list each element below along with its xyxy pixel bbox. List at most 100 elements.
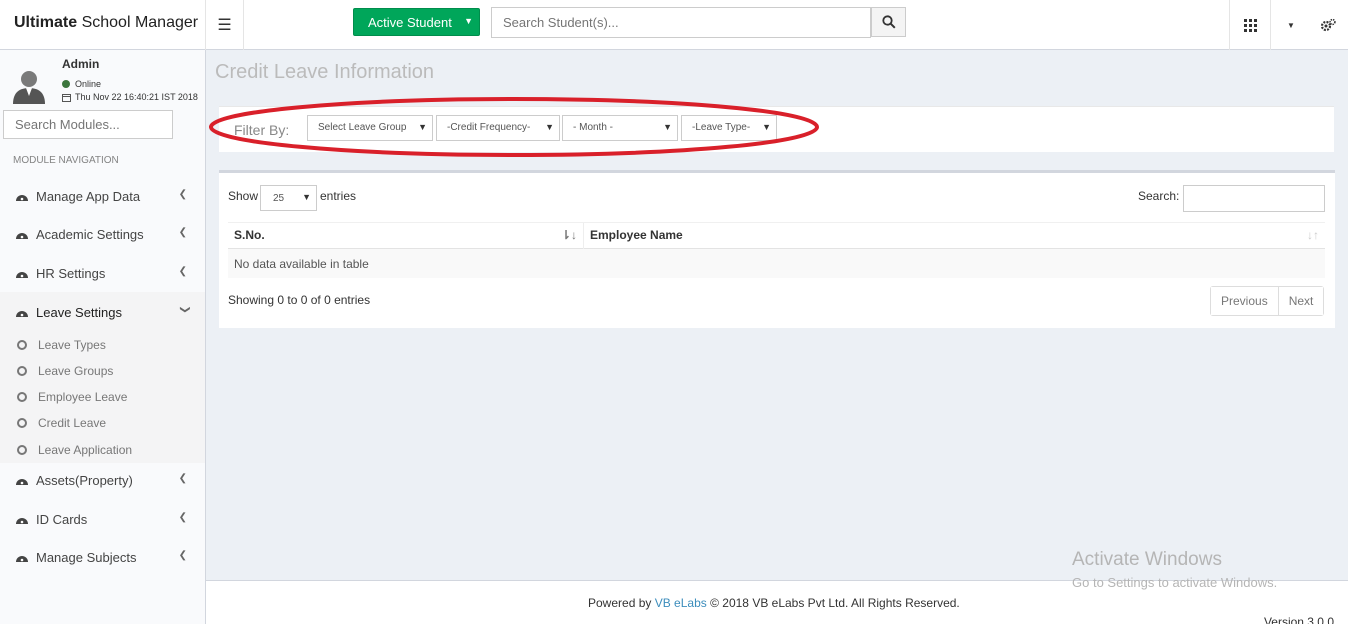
pagination: Previous Next xyxy=(1210,286,1325,316)
nav-item-hr-settings[interactable]: HR Settings ❮ xyxy=(0,254,205,292)
dashboard-icon xyxy=(16,311,28,317)
circle-icon xyxy=(17,392,27,402)
table-box: Show 25 ▼ entries Search: S.No. ⇂↓ Emplo… xyxy=(219,170,1335,328)
column-header-sno[interactable]: S.No. ⇂↓ xyxy=(228,223,584,250)
table-empty-row: No data available in table xyxy=(228,249,1325,278)
settings-button[interactable] xyxy=(1307,0,1348,50)
show-label: Show xyxy=(228,189,259,203)
module-search-input[interactable] xyxy=(3,110,173,139)
circle-icon xyxy=(17,366,27,376)
dashboard-icon xyxy=(16,518,28,524)
brand-bold: Ultimate xyxy=(14,14,78,31)
subnav-item-label: Leave Application xyxy=(38,442,133,457)
circle-icon xyxy=(17,418,27,428)
chevron-left-icon: ❮ xyxy=(178,266,187,277)
user-avatar xyxy=(13,71,45,104)
entries-length-value: 25 xyxy=(273,193,285,204)
search-icon xyxy=(881,15,896,29)
caret-down-icon: ▼ xyxy=(464,16,473,26)
nav-item-leave-settings[interactable]: Leave Settings ❮ xyxy=(0,292,205,332)
footer-powered: Powered by xyxy=(588,596,652,610)
footer-version: Version 3.0.0 xyxy=(1263,615,1334,624)
nav-item-assets-property[interactable]: Assets(Property) ❮ xyxy=(0,461,205,499)
nav-item-academic-settings[interactable]: Academic Settings ❮ xyxy=(0,215,205,253)
module-navigation-header: MODULE NAVIGATION xyxy=(13,155,119,166)
subnav-item-label: Employee Leave xyxy=(38,390,128,404)
caret-down-icon: ▼ xyxy=(1287,20,1295,30)
user-status-text: Online xyxy=(75,79,102,89)
subnav-item-leave-types[interactable]: Leave Types xyxy=(0,332,205,358)
sort-both-icon: ↓↑ xyxy=(1307,228,1319,242)
table-search-input[interactable] xyxy=(1183,185,1325,212)
circle-icon xyxy=(17,340,27,350)
footer-company-link[interactable]: VB eLabs xyxy=(655,596,707,610)
subnav-item-label: Leave Types xyxy=(38,338,106,352)
chevron-left-icon: ❮ xyxy=(178,512,187,523)
apps-grid-button[interactable] xyxy=(1229,0,1270,50)
chevron-down-icon: ❮ xyxy=(179,305,191,314)
gears-icon xyxy=(1320,18,1336,32)
subnav-item-label: Credit Leave xyxy=(38,416,107,430)
entries-length-select[interactable]: 25 ▼ xyxy=(260,185,317,211)
active-student-button[interactable]: Active Student ▼ xyxy=(353,8,480,36)
chevron-left-icon: ❮ xyxy=(178,550,187,561)
sort-asc-icon: ⇂↓ xyxy=(560,228,577,242)
chevron-left-icon: ❮ xyxy=(178,227,187,238)
app-logo[interactable]: Ultimate School Manager xyxy=(0,0,206,50)
nav-item-label: HR Settings xyxy=(36,265,106,281)
nav-item-label: Manage App Data xyxy=(36,188,141,204)
entries-label: entries xyxy=(320,189,357,203)
table-header: S.No. ⇂↓ Employee Name ↓↑ xyxy=(228,222,1325,250)
subnav-item-leave-application[interactable]: Leave Application xyxy=(0,436,205,463)
column-header-label: S.No. xyxy=(234,228,265,242)
activate-windows-subtitle: Go to Settings to activate Windows. xyxy=(1072,575,1278,590)
column-header-employee-name[interactable]: Employee Name ↓↑ xyxy=(584,223,1325,250)
nav-item-label: Academic Settings xyxy=(36,226,144,242)
user-menu-dropdown[interactable]: ▼ xyxy=(1270,0,1311,50)
sidebar-toggle-button[interactable]: ☰ xyxy=(206,0,244,50)
dashboard-icon xyxy=(16,556,28,562)
circle-icon xyxy=(17,444,27,455)
column-header-label: Employee Name xyxy=(590,228,683,242)
active-student-label: Active Student xyxy=(368,14,452,30)
user-name: Admin xyxy=(62,57,100,71)
calendar-icon xyxy=(62,93,71,102)
user-panel: Admin Online Thu Nov 22 16:40:21 IST 201… xyxy=(0,50,206,110)
table-search-label: Search: xyxy=(1138,189,1180,203)
previous-button[interactable]: Previous xyxy=(1211,287,1279,315)
next-button[interactable]: Next xyxy=(1278,287,1324,315)
chevron-left-icon: ❮ xyxy=(178,189,187,200)
nav-item-label: Leave Settings xyxy=(36,304,123,320)
top-navbar: Ultimate School Manager ☰ Active Student… xyxy=(0,0,1348,50)
footer-copyright: © 2018 VB eLabs Pvt Ltd. All Rights Rese… xyxy=(710,596,960,610)
caret-down-icon: ▼ xyxy=(302,192,311,202)
page-title: Credit Leave Information xyxy=(215,61,435,83)
student-search-button[interactable] xyxy=(871,7,906,37)
nav-item-manage-subjects[interactable]: Manage Subjects ❮ xyxy=(0,538,205,576)
dashboard-icon xyxy=(16,195,28,201)
dashboard-icon xyxy=(16,272,28,278)
grid-icon xyxy=(1243,18,1257,32)
online-dot-icon xyxy=(62,80,70,88)
nav-item-id-cards[interactable]: ID Cards ❮ xyxy=(0,500,205,538)
dashboard-icon xyxy=(16,479,28,485)
brand-rest: School Manager xyxy=(81,14,199,31)
subnav-item-credit-leave[interactable]: Credit Leave xyxy=(0,410,205,436)
footer-text: Powered by VB eLabs © 2018 VB eLabs Pvt … xyxy=(588,596,960,610)
subnav-item-label: Leave Groups xyxy=(38,364,114,378)
user-datetime-text: Thu Nov 22 16:40:21 IST 2018 xyxy=(75,92,198,102)
chevron-left-icon: ❮ xyxy=(178,473,187,484)
dashboard-icon xyxy=(16,233,28,239)
user-datetime: Thu Nov 22 16:40:21 IST 2018 xyxy=(62,92,198,102)
sidebar: Admin Online Thu Nov 22 16:40:21 IST 201… xyxy=(0,50,206,624)
hamburger-icon: ☰ xyxy=(217,17,232,34)
table-info: Showing 0 to 0 of 0 entries xyxy=(228,293,371,307)
nav-item-label: Assets(Property) xyxy=(36,472,133,488)
highlight-ellipse xyxy=(209,97,819,157)
student-search-input[interactable] xyxy=(491,7,871,38)
nav-item-label: Manage Subjects xyxy=(36,549,137,565)
activate-windows-title: Activate Windows xyxy=(1072,549,1222,570)
nav-item-manage-app-data[interactable]: Manage App Data ❮ xyxy=(0,177,205,215)
subnav-item-leave-groups[interactable]: Leave Groups xyxy=(0,358,205,384)
subnav-item-employee-leave[interactable]: Employee Leave xyxy=(0,384,205,410)
